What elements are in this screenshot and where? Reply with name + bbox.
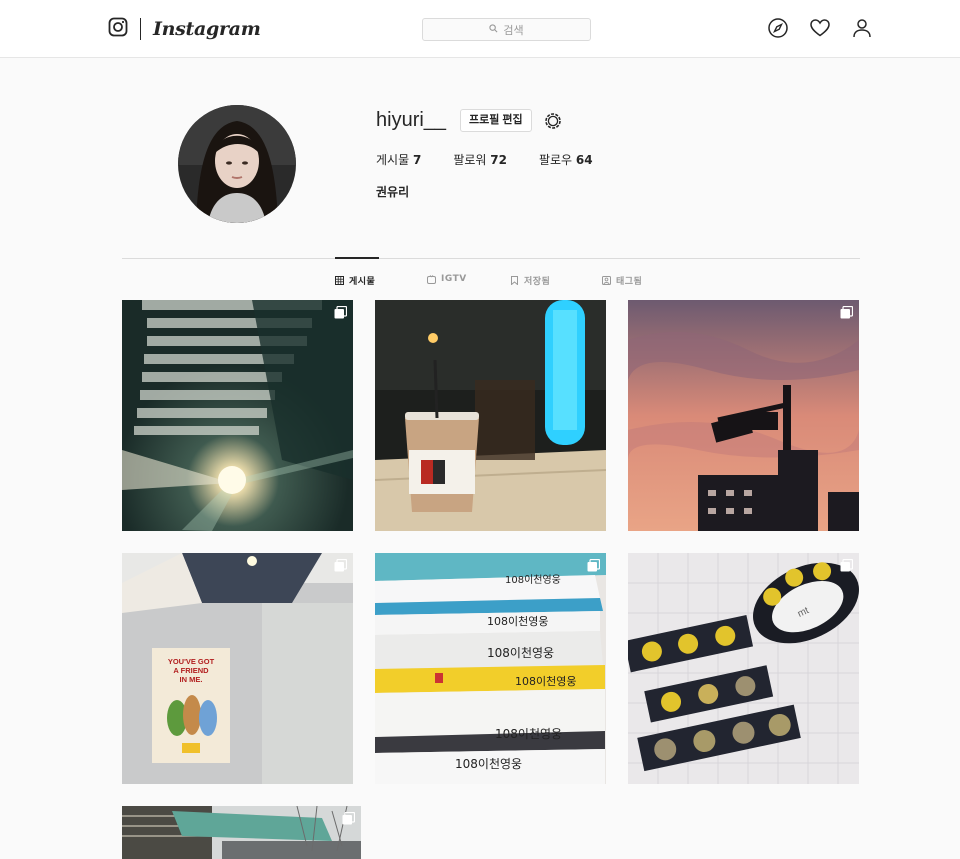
book-spine-text: 108이천영웅: [505, 574, 561, 586]
post-thumbnail-6[interactable]: mt: [628, 553, 859, 784]
multiple-photos-icon: [587, 559, 600, 572]
logo-divider: [140, 18, 141, 40]
stat-posts: 게시물 7: [376, 151, 421, 168]
stat-followers[interactable]: 팔로워 72: [453, 151, 507, 168]
post-thumbnail-4[interactable]: YOU'VE GOT A FRIEND IN ME.: [122, 553, 353, 784]
edit-profile-button[interactable]: 프로필 편집: [460, 109, 532, 132]
stat-following-count: 64: [575, 153, 593, 167]
tab-posts-label: 게시물: [349, 277, 376, 287]
tab-tagged[interactable]: 태그됨: [602, 274, 642, 287]
heart-icon[interactable]: [809, 17, 831, 39]
tab-igtv-label: IGTV: [441, 274, 467, 284]
profile-avatar[interactable]: [178, 105, 296, 223]
search-placeholder: 검색: [503, 23, 524, 37]
stat-followers-count: 72: [490, 153, 507, 167]
svg-text:108이천영웅: 108이천영웅: [487, 645, 554, 660]
post-thumbnail-7[interactable]: [122, 806, 361, 859]
tabs-divider: [122, 258, 860, 259]
svg-text:A FRIEND: A FRIEND: [173, 666, 209, 675]
svg-text:108이천영웅: 108이천영웅: [495, 726, 562, 741]
search-input[interactable]: 검색: [422, 18, 591, 41]
tag-icon: [602, 276, 611, 285]
post-thumbnail-5[interactable]: 108이천영웅 108이천영웅 108이천영웅 108이천영웅 108이천영웅 …: [375, 553, 606, 784]
logo[interactable]: Instagram: [108, 17, 261, 41]
poster-text: YOU'VE GOT: [168, 657, 215, 666]
stat-followers-label: 팔로워: [453, 153, 487, 167]
multiple-photos-icon: [334, 559, 347, 572]
tab-posts[interactable]: 게시물: [335, 274, 375, 287]
post-thumbnail-3[interactable]: [628, 300, 859, 531]
settings-gear-icon[interactable]: [542, 110, 564, 132]
multiple-photos-icon: [334, 306, 347, 319]
stat-posts-count: 7: [412, 153, 422, 167]
compass-icon[interactable]: [767, 17, 789, 39]
bookmark-icon: [510, 276, 519, 286]
person-icon[interactable]: [851, 17, 873, 39]
grid-icon: [335, 276, 344, 285]
stat-following-label: 팔로우: [538, 153, 573, 167]
active-tab-indicator: [335, 257, 379, 259]
svg-text:108이천영웅: 108이천영웅: [515, 674, 576, 688]
wordmark: Instagram: [153, 18, 261, 40]
multiple-photos-icon: [342, 812, 355, 825]
multiple-photos-icon: [840, 559, 853, 572]
stat-posts-label: 게시물: [376, 153, 410, 167]
top-navigation: Instagram 검색: [0, 0, 960, 58]
tab-tagged-label: 태그됨: [616, 277, 643, 287]
tab-saved[interactable]: 저장됨: [510, 274, 550, 287]
svg-text:108이천영웅: 108이천영웅: [455, 756, 522, 771]
tab-igtv[interactable]: IGTV: [427, 274, 467, 284]
profile-username: hiyuri__: [376, 109, 447, 131]
tab-saved-label: 저장됨: [524, 277, 551, 287]
svg-text:108이천영웅: 108이천영웅: [487, 614, 548, 628]
profile-full-name: 권유리: [376, 185, 410, 199]
instagram-glyph-icon: [108, 17, 128, 41]
multiple-photos-icon: [840, 306, 853, 319]
stat-following[interactable]: 팔로우 64: [539, 151, 593, 168]
post-thumbnail-1[interactable]: [122, 300, 353, 531]
igtv-icon: [427, 274, 436, 284]
post-thumbnail-2[interactable]: [375, 300, 606, 531]
search-icon: [489, 23, 498, 36]
svg-text:IN ME.: IN ME.: [180, 675, 203, 684]
profile-stats: 게시물 7 팔로워 72 팔로우 64: [376, 151, 625, 168]
